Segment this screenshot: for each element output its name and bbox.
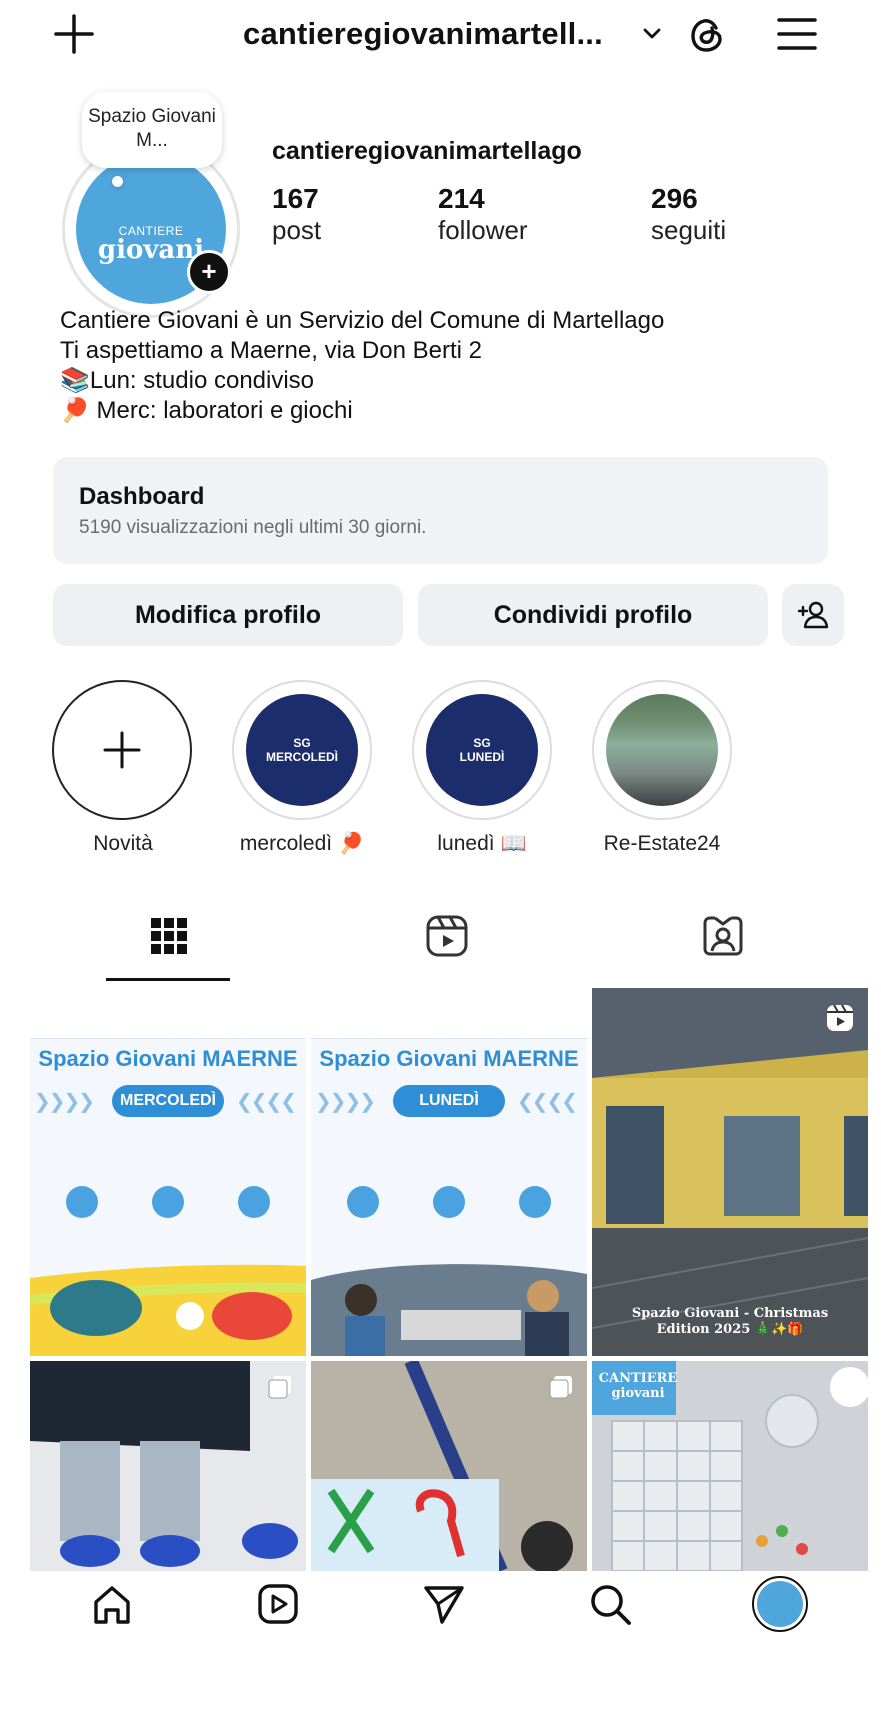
stat-followers[interactable]: 214 follower <box>438 183 528 246</box>
highlight-label: Novità <box>93 832 153 855</box>
post-tile-reel[interactable]: Spazio Giovani - Christmas Edition 2025 … <box>592 988 868 1356</box>
avatar-text-big: giovani <box>97 235 205 265</box>
highlight-re-estate24[interactable] <box>592 680 732 820</box>
stat-posts[interactable]: 167 post <box>272 183 321 246</box>
poster-day: LUNEDÌ <box>393 1085 505 1117</box>
bio-line: 📚Lun: studio condiviso <box>60 367 315 394</box>
poster-day: MERCOLEDÌ <box>112 1085 224 1117</box>
stat-value: 296 <box>651 183 698 214</box>
add-person-icon <box>797 601 829 629</box>
profile-tab-avatar[interactable] <box>752 1576 808 1632</box>
note-bubble-tail <box>112 176 123 187</box>
profile-username: cantieregiovanimartellago <box>272 137 582 165</box>
carousel-icon <box>268 1376 291 1399</box>
top-bar: cantieregiovanimartell... <box>0 0 881 70</box>
highlight-new[interactable] <box>52 680 192 820</box>
post-tile[interactable] <box>30 1361 306 1729</box>
add-story-icon[interactable]: + <box>187 250 231 294</box>
highlight-cover: SG LUNEDÌ <box>426 694 538 806</box>
location-icon <box>152 1186 184 1218</box>
stat-value: 214 <box>438 183 485 214</box>
bio-line: Ti aspettiamo a Maerne, via Don Berti 2 <box>60 337 482 364</box>
drawing-photo <box>311 1361 587 1571</box>
plus-icon[interactable] <box>52 12 96 56</box>
note-bubble[interactable]: Spazio Giovani M... <box>82 92 222 168</box>
discover-people-button[interactable] <box>782 584 844 646</box>
plus-icon <box>103 731 141 769</box>
poster-decoration: ❮❮❮❮ <box>236 1091 297 1113</box>
dashboard-title: Dashboard <box>79 483 205 510</box>
avatar-mini <box>757 1581 803 1627</box>
feet-photo <box>30 1361 306 1571</box>
stat-following[interactable]: 296 seguiti <box>651 183 726 246</box>
post-logo-text: CANTIERE giovani <box>598 1371 678 1401</box>
tagged-tab-icon[interactable] <box>700 913 746 959</box>
bottom-navigation <box>0 1572 881 1635</box>
search-icon[interactable] <box>586 1580 634 1628</box>
home-icon[interactable] <box>88 1580 136 1628</box>
share-profile-button[interactable]: Condividi profilo <box>418 584 768 646</box>
menu-icon[interactable] <box>775 14 819 54</box>
active-tab-indicator <box>106 978 230 981</box>
poster-decoration: ❯❯❯❯ <box>34 1091 95 1113</box>
bio-line: Cantiere Giovani è un Servizio del Comun… <box>60 307 665 334</box>
reel-caption: Spazio Giovani - Christmas Edition 2025 … <box>631 1306 829 1337</box>
dashboard-subtitle: 5190 visualizzazioni negli ultimi 30 gio… <box>79 517 427 538</box>
post-tile[interactable]: Spazio Giovani MAERNE ❯❯❯❯ LUNEDÌ ❮❮❮❮ <box>311 988 587 1356</box>
study-group-photo <box>311 1264 587 1356</box>
highlight-label: lunedì 📖 <box>437 832 527 855</box>
post-tile[interactable] <box>311 1361 587 1729</box>
poster-title: Spazio Giovani MAERNE <box>38 1046 298 1071</box>
poster-title: Spazio Giovani MAERNE <box>319 1046 579 1071</box>
bio-line: 🏓 Merc: laboratori e giochi <box>60 397 353 424</box>
reel-icon <box>827 1004 853 1031</box>
reels-icon[interactable] <box>254 1580 302 1628</box>
account-switcher-username[interactable]: cantieregiovanimartell... <box>243 16 603 52</box>
info-icon <box>519 1186 551 1218</box>
building-photo <box>592 988 868 1356</box>
bio: Cantiere Giovani è un Servizio del Comun… <box>60 306 664 426</box>
poster-header <box>311 988 587 1039</box>
calendar-icon <box>66 1186 98 1218</box>
ping-pong-illustration <box>30 1260 306 1356</box>
edit-profile-button[interactable]: Modifica profilo <box>53 584 403 646</box>
info-icon <box>238 1186 270 1218</box>
highlight-cover-photo <box>606 694 718 806</box>
calendar-icon <box>347 1186 379 1218</box>
stat-label: seguiti <box>651 215 727 245</box>
post-tile[interactable]: Spazio Giovani MAERNE ❯❯❯❯ MERCOLEDÌ ❮❮❮… <box>30 988 306 1356</box>
direct-messages-icon[interactable] <box>420 1580 468 1628</box>
highlight-cover: SG MERCOLEDÌ <box>246 694 358 806</box>
post-tile[interactable]: CANTIERE giovani <box>592 1361 868 1729</box>
stat-label: follower <box>438 215 528 245</box>
poster-decoration: ❮❮❮❮ <box>517 1091 578 1113</box>
poster-decoration: ❯❯❯❯ <box>315 1091 376 1113</box>
highlight-lunedi[interactable]: SG LUNEDÌ <box>412 680 552 820</box>
carousel-icon <box>549 1376 572 1399</box>
highlight-label: mercoledì 🏓 <box>239 832 365 855</box>
location-icon <box>433 1186 465 1218</box>
threads-icon[interactable] <box>686 14 728 56</box>
professional-dashboard[interactable]: Dashboard 5190 visualizzazioni negli ult… <box>53 457 828 564</box>
stat-label: post <box>272 215 322 245</box>
reels-tab-icon[interactable] <box>424 913 470 959</box>
stat-value: 167 <box>272 183 319 214</box>
highlight-label: Re-Estate24 <box>603 832 721 855</box>
highlight-mercoledi[interactable]: SG MERCOLEDÌ <box>232 680 372 820</box>
poster-header <box>30 988 306 1039</box>
grid-icon[interactable] <box>146 913 192 959</box>
chevron-down-icon[interactable] <box>640 22 664 46</box>
